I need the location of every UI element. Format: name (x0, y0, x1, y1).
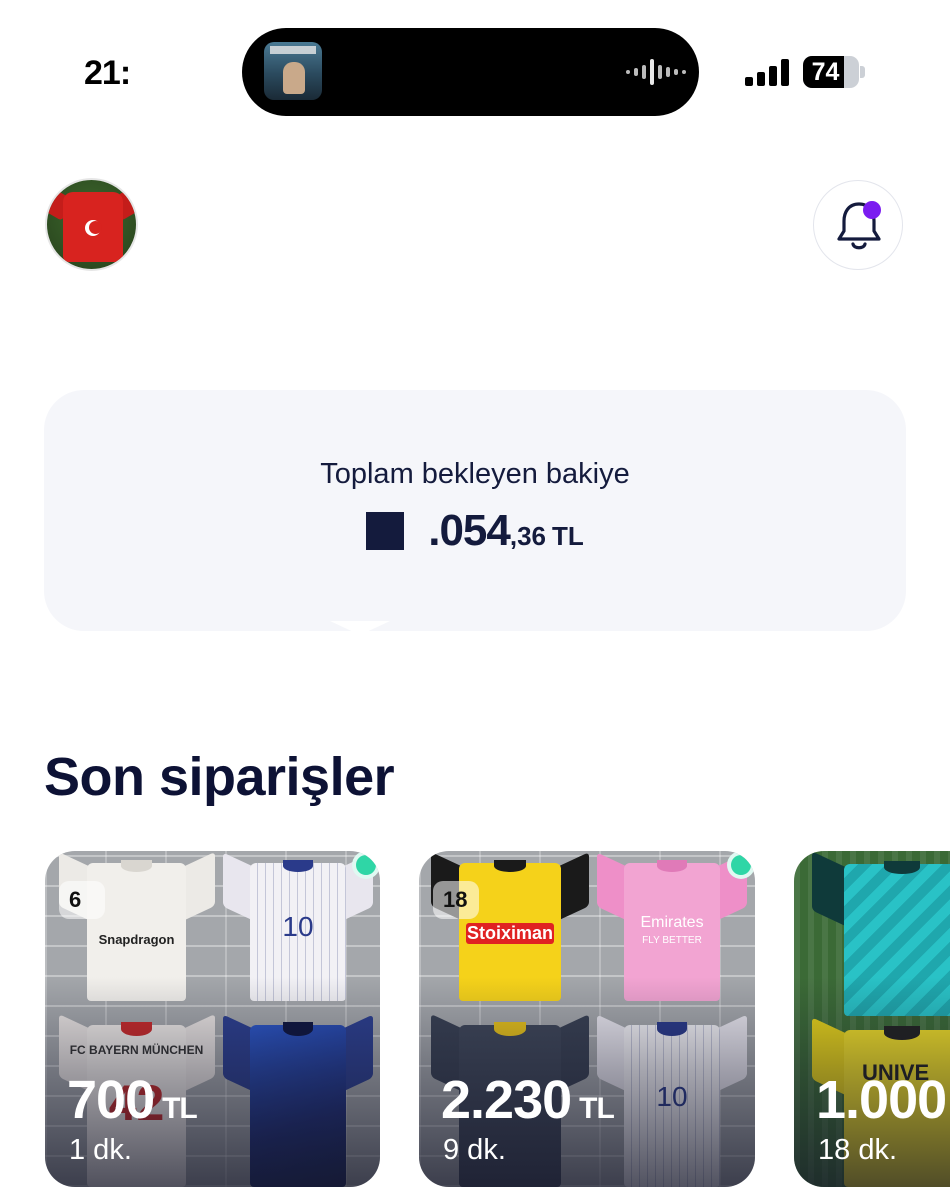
balance-amount: .054 ,36 TL (44, 506, 906, 556)
status-time: 21: (84, 54, 131, 92)
item-count-badge: 6 (59, 881, 105, 919)
balance-currency: TL (552, 521, 584, 551)
balance-amount-decimal: ,36 (509, 521, 547, 551)
order-time: 18 dk. (818, 1134, 897, 1166)
screen: { "status_bar": { "time": "21:", "batter… (0, 0, 950, 1200)
order-card[interactable]: UNIVE 1.000 18 dk. (794, 851, 950, 1187)
dynamic-island[interactable] (242, 28, 699, 116)
order-price-value: 700 (67, 1070, 155, 1130)
order-price-currency: TL (162, 1092, 198, 1125)
balance-label: Toplam bekleyen bakiye (320, 458, 630, 490)
hidden-digits-mask (366, 512, 405, 550)
battery-percentage: 74 (811, 58, 840, 86)
battery-cap (860, 66, 865, 78)
notifications-button[interactable] (813, 180, 903, 270)
order-price-value: 1.000 (816, 1070, 947, 1130)
order-price-value: 2.230 (441, 1070, 572, 1130)
new-order-indicator (352, 851, 380, 879)
section-title-recent-orders: Son siparişler (44, 747, 395, 807)
order-card[interactable]: Stoiximan Emirates FLY BETTER 10 18 2.23… (419, 851, 755, 1187)
battery-icon: 74 (803, 56, 859, 88)
item-count: 18 (443, 887, 468, 912)
order-time: 1 dk. (69, 1134, 132, 1166)
balance-amount-main: .054 (428, 506, 511, 555)
new-order-indicator (727, 851, 755, 879)
balance-card[interactable]: Toplam bekleyen bakiye .054 ,36 TL (44, 390, 906, 631)
order-price-currency: TL (579, 1092, 615, 1125)
cellular-signal-icon (745, 58, 791, 86)
order-time: 9 dk. (443, 1134, 506, 1166)
order-price: 1.000 (816, 1069, 947, 1131)
unread-notification-dot (863, 201, 881, 219)
album-art-thumbnail (264, 42, 322, 100)
order-price: 700 TL (67, 1069, 198, 1131)
order-card[interactable]: Snapdragon 10 FC BAYERN MÜNCHEN 42 6 700… (45, 851, 380, 1187)
item-count: 6 (69, 887, 82, 912)
order-price: 2.230 TL (441, 1069, 615, 1131)
item-count-badge: 18 (433, 881, 479, 919)
card-notch (330, 621, 390, 635)
audio-waveform-icon (626, 58, 686, 86)
profile-avatar[interactable] (45, 178, 138, 271)
